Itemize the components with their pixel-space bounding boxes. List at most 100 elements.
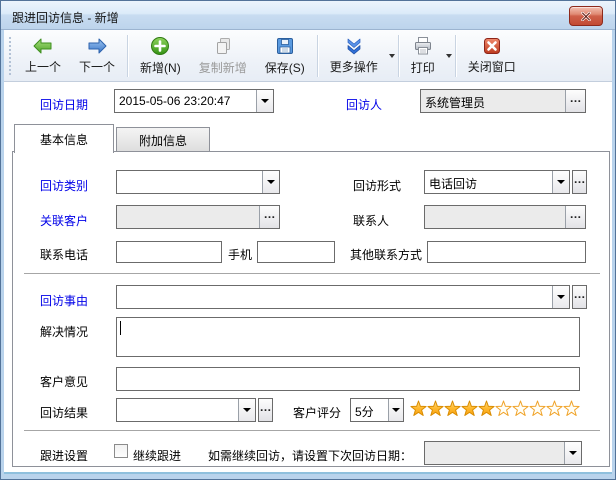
previous-button[interactable]: 上一个	[16, 33, 70, 79]
next-button[interactable]: 下一个	[70, 33, 124, 79]
contact-phone-input[interactable]	[116, 241, 222, 263]
star-empty-icon[interactable]	[563, 400, 580, 417]
contact-person-label: 联系人	[353, 212, 389, 229]
chevron-down-icon	[392, 408, 400, 412]
visit-date-dropdown-button[interactable]	[256, 90, 273, 112]
visit-result-value	[117, 399, 238, 421]
more-actions-button[interactable]: 更多操作	[321, 33, 387, 79]
window-close-button[interactable]	[569, 6, 603, 26]
related-customer-value	[117, 206, 259, 228]
visit-result-dropdown-button[interactable]	[238, 399, 255, 421]
other-contact-input[interactable]	[427, 241, 586, 263]
toolbar-grip-handle[interactable]	[8, 37, 12, 75]
star-empty-icon[interactable]	[495, 400, 512, 417]
visitor-lookup-button[interactable]: …	[565, 90, 585, 112]
star-filled-icon[interactable]	[444, 400, 461, 417]
copy-new-button-label: 复制新增	[199, 59, 247, 76]
print-button[interactable]: 打印	[402, 33, 444, 79]
visit-date-combobox[interactable]: 2015-05-06 23:20:47	[114, 89, 274, 113]
toolbar-separator	[455, 35, 456, 77]
visit-date-value: 2015-05-06 23:20:47	[115, 90, 256, 112]
customer-opinion-input[interactable]	[116, 367, 580, 391]
toolbar-separator	[127, 35, 128, 77]
tab-basic-info[interactable]: 基本信息	[14, 124, 114, 153]
customer-rating-value: 5分	[351, 399, 388, 421]
more-actions-dropdown-arrow[interactable]	[389, 54, 395, 58]
tab-additional-info-label: 附加信息	[139, 132, 187, 149]
print-group: 打印	[402, 33, 452, 79]
star-rating	[410, 400, 580, 417]
visit-result-label: 回访结果	[40, 404, 88, 421]
other-contact-label: 其他联系方式	[350, 246, 422, 263]
customer-opinion-label: 客户意见	[40, 373, 88, 390]
visit-result-combobox[interactable]	[116, 398, 256, 422]
add-icon	[150, 36, 170, 56]
close-x-icon	[581, 12, 591, 21]
customer-rating-combobox[interactable]: 5分	[350, 398, 404, 422]
close-window-button-label: 关闭窗口	[468, 58, 516, 75]
visit-category-combobox[interactable]	[116, 170, 280, 194]
next-visit-date-value	[425, 442, 564, 464]
contact-person-value	[425, 206, 565, 228]
visit-reason-combobox[interactable]	[116, 285, 570, 309]
close-window-button[interactable]: 关闭窗口	[459, 33, 525, 79]
star-empty-icon[interactable]	[529, 400, 546, 417]
mobile-input[interactable]	[257, 241, 335, 263]
star-empty-icon[interactable]	[512, 400, 529, 417]
visit-category-dropdown-button[interactable]	[262, 171, 279, 193]
star-filled-icon[interactable]	[461, 400, 478, 417]
toolbar-separator	[398, 35, 399, 77]
visit-reason-dropdown-button[interactable]	[552, 286, 569, 308]
new-button[interactable]: 新增(N)	[131, 33, 190, 79]
close-red-icon	[483, 37, 501, 55]
more-actions-group: 更多操作	[321, 33, 395, 79]
more-actions-icon	[344, 37, 364, 55]
window-bottom-edge	[4, 472, 612, 474]
print-dropdown-arrow[interactable]	[446, 54, 452, 58]
star-filled-icon[interactable]	[410, 400, 427, 417]
resolution-textarea[interactable]	[116, 317, 580, 357]
contact-person-lookup-field[interactable]: …	[424, 205, 586, 229]
toolbar: 上一个 下一个 新增(N)	[4, 30, 612, 82]
contact-phone-label: 联系电话	[40, 246, 88, 263]
save-button[interactable]: 保存(S)	[256, 33, 314, 79]
continue-followup-label: 继续跟进	[133, 447, 181, 464]
customer-rating-label: 客户评分	[293, 404, 341, 421]
continue-followup-checkbox[interactable]	[114, 444, 128, 458]
related-customer-lookup-field[interactable]: …	[116, 205, 280, 229]
dialog-content: 上一个 下一个 新增(N)	[4, 30, 612, 472]
next-visit-date-combobox[interactable]	[424, 441, 582, 465]
star-filled-icon[interactable]	[427, 400, 444, 417]
dialog-window: 跟进回访信息 - 新增 上一个 下一个	[0, 0, 616, 480]
print-icon	[413, 36, 433, 56]
customer-rating-dropdown-button[interactable]	[388, 399, 403, 421]
chevron-down-icon	[557, 295, 565, 299]
next-visit-date-hint: 如需继续回访，请设置下次回访日期：	[208, 447, 412, 464]
star-empty-icon[interactable]	[546, 400, 563, 417]
related-customer-lookup-button[interactable]: …	[259, 206, 279, 228]
chevron-down-icon	[569, 451, 577, 455]
star-filled-icon[interactable]	[478, 400, 495, 417]
visit-result-lookup-button[interactable]: …	[258, 398, 273, 422]
titlebar: 跟进回访信息 - 新增	[1, 1, 615, 30]
contact-person-lookup-button[interactable]: …	[565, 206, 585, 228]
mobile-label: 手机	[228, 246, 252, 263]
visit-method-lookup-button[interactable]: …	[572, 170, 587, 194]
tab-additional-info[interactable]: 附加信息	[116, 127, 210, 153]
next-visit-date-dropdown-button[interactable]	[564, 442, 581, 464]
chevron-down-icon	[261, 99, 269, 103]
chevron-down-icon	[243, 408, 251, 412]
print-button-label: 打印	[411, 59, 435, 76]
visit-method-combobox[interactable]: 电话回访	[424, 170, 570, 194]
followup-settings-label: 跟进设置	[40, 447, 88, 464]
visit-reason-label: 回访事由	[40, 292, 88, 309]
visit-category-value	[117, 171, 262, 193]
visit-method-dropdown-button[interactable]	[552, 171, 569, 193]
visit-reason-lookup-button[interactable]: …	[572, 285, 587, 309]
section-divider	[24, 273, 600, 274]
copy-new-button[interactable]: 复制新增	[190, 33, 256, 79]
visit-category-label: 回访类别	[40, 177, 88, 194]
visitor-lookup-field[interactable]: 系统管理员 …	[420, 89, 586, 113]
visitor-label: 回访人	[346, 96, 382, 113]
more-actions-button-label: 更多操作	[330, 58, 378, 75]
